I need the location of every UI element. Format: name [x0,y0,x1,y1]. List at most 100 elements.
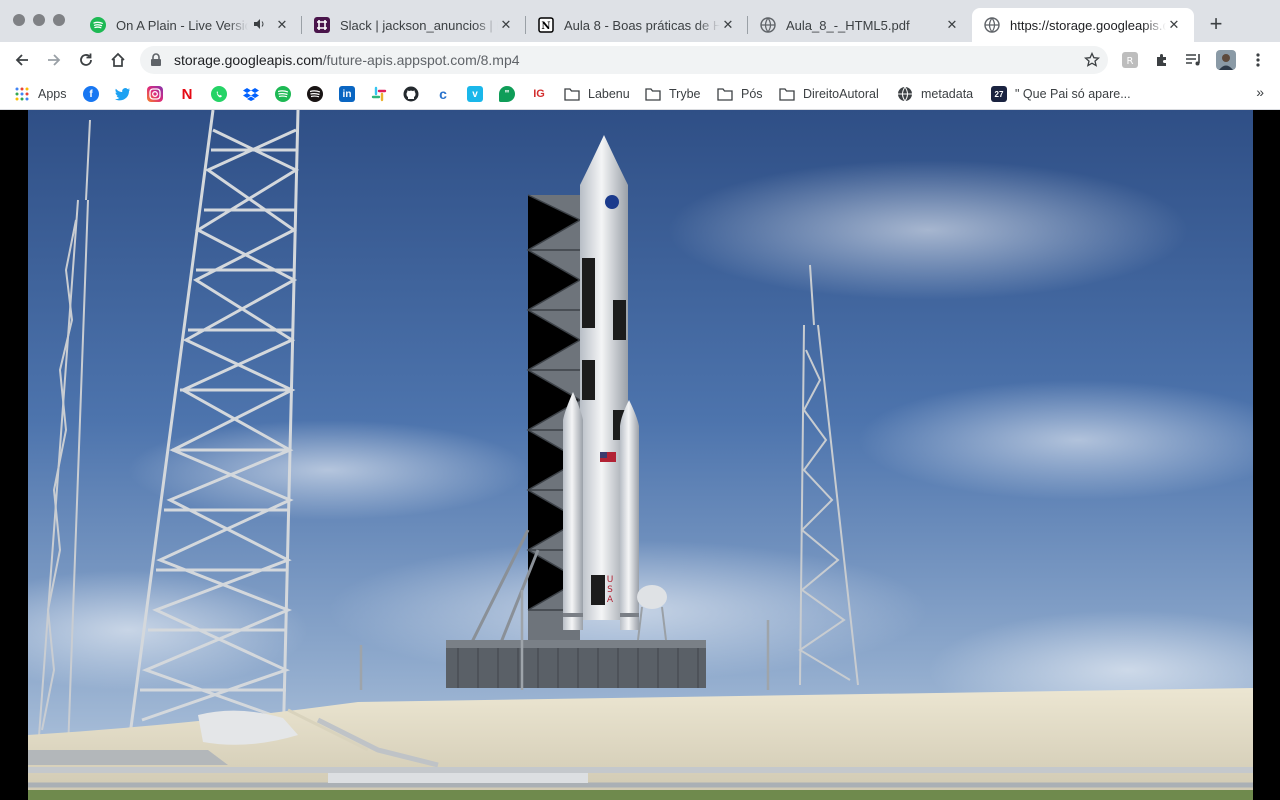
window-zoom-button[interactable] [53,14,65,26]
close-icon[interactable]: ✕ [1166,17,1182,33]
bookmark-instagram[interactable] [147,85,163,103]
instagram-icon [147,86,163,102]
address-bar[interactable]: storage.googleapis.com/future-apis.appsp… [140,46,1108,74]
video-player[interactable]: U S A [28,110,1253,800]
tab-slack[interactable]: Slack | jackson_anuncios | L ✕ [302,8,526,42]
back-button[interactable] [10,48,34,72]
tab-active-video[interactable]: https://storage.googleapis.c ✕ [972,8,1194,42]
bookmark-vimeo[interactable]: v [467,85,483,103]
window-minimize-button[interactable] [33,14,45,26]
bookmark-label: Apps [38,87,67,101]
hangouts-icon: " [499,86,515,102]
forward-button[interactable] [42,48,66,72]
video-frame-rocket-launchpad: U S A [28,110,1253,800]
bookmark-coursera[interactable]: c [435,85,451,103]
bookmark-spotify-dark[interactable] [307,85,323,103]
arrow-right-icon [48,54,61,66]
netflix-icon: N [181,85,193,103]
close-icon[interactable]: ✕ [944,17,960,33]
bookmark-metadata[interactable]: metadata [897,85,973,103]
svg-text:U: U [607,575,614,585]
home-button[interactable] [106,48,130,72]
bookmark-whatsapp[interactable] [211,85,227,103]
tab-strip: On A Plain - Live Version ✕ Slack | jack… [0,0,1280,42]
lock-icon[interactable] [150,53,162,70]
new-tab-button[interactable]: + [1204,13,1228,37]
audio-playing-icon[interactable] [252,17,266,34]
tab-pdf[interactable]: Aula_8_-_HTML5.pdf ✕ [748,8,972,42]
reload-button[interactable] [74,48,98,72]
page-content: U S A [0,110,1280,800]
bookmark-label: Trybe [669,87,701,101]
folder-icon [717,86,733,102]
extension-icon[interactable]: R [1120,50,1140,70]
whatsapp-icon [211,86,227,102]
bookmark-folder-direitoautoral[interactable]: DireitoAutoral [779,85,879,103]
bookmark-ig[interactable]: IG [531,85,547,103]
close-icon[interactable]: ✕ [720,17,736,33]
avatar[interactable] [1216,50,1236,70]
folder-icon [779,86,795,102]
notion-icon: N [538,17,554,33]
chevron-right-icon[interactable]: » [1256,84,1264,100]
tab-title: Slack | jackson_anuncios | L [340,17,498,33]
twitter-icon [115,86,131,102]
puzzle-icon[interactable] [1152,50,1172,70]
globe-icon [897,86,913,102]
bookmark-linkedin[interactable]: in [339,85,355,103]
slack-icon [371,86,387,102]
tab-title: https://storage.googleapis.c [1010,17,1166,33]
tab-title: Aula_8_-_HTML5.pdf [786,17,910,33]
bookmark-apps[interactable]: Apps [14,85,67,103]
bookmark-hangouts[interactable]: " [499,85,515,103]
bookmarks-bar: Apps f N in c v " IG Labenu Trybe Pós Di… [0,78,1280,110]
svg-text:N: N [541,21,550,32]
home-icon [111,52,125,67]
menu-icon[interactable] [1248,50,1268,70]
bookmark-label: " Que Pai só apare... [1015,87,1131,101]
close-icon[interactable]: ✕ [274,17,290,33]
bookmark-spotify[interactable] [275,85,291,103]
bookmark-netflix[interactable]: N [179,85,195,103]
tab-spotify[interactable]: On A Plain - Live Version ✕ [78,8,302,42]
bookmark-folder-labenu[interactable]: Labenu [564,85,630,103]
facebook-icon: f [83,86,99,102]
spotify-icon [307,86,323,102]
slack-icon [314,17,330,33]
spotify-icon [90,17,106,33]
tab-title: Aula 8 - Boas práticas de HT [564,17,720,33]
url-text[interactable]: storage.googleapis.com/future-apis.appsp… [174,52,520,68]
svg-text:A: A [607,595,614,605]
bookmark-github[interactable] [403,85,419,103]
svg-text:R: R [1127,56,1134,67]
github-icon [403,86,419,102]
folder-icon [645,86,661,102]
globe-icon [984,17,1000,33]
folder-icon [564,86,580,102]
close-icon[interactable]: ✕ [498,17,514,33]
tab-notion[interactable]: N Aula 8 - Boas práticas de HT ✕ [526,8,748,42]
bookmark-slack[interactable] [371,85,387,103]
bookmark-que-pai[interactable]: 27 " Que Pai só apare... [991,85,1131,103]
bookmark-star-icon[interactable] [1083,51,1101,71]
tab-title: On A Plain - Live Version [116,17,248,33]
linkedin-icon: in [339,86,355,102]
toolbar: storage.googleapis.com/future-apis.appsp… [0,42,1280,78]
bookmark-label: Pós [741,87,763,101]
bookmark-folder-trybe[interactable]: Trybe [645,85,701,103]
media-control-icon[interactable] [1184,50,1204,70]
bookmark-facebook[interactable]: f [83,85,99,103]
arrow-left-icon [15,54,28,66]
bookmark-twitter[interactable] [115,85,131,103]
bookmark-folder-pos[interactable]: Pós [717,85,763,103]
spotify-icon [275,86,291,102]
site-favicon: 27 [991,86,1007,102]
window-close-button[interactable] [13,14,25,26]
reload-icon [80,53,92,66]
vimeo-icon: v [467,86,483,102]
svg-text:S: S [607,585,613,595]
bookmark-label: DireitoAutoral [803,87,879,101]
bookmark-dropbox[interactable] [243,85,259,103]
ig-icon: IG [533,88,545,100]
coursera-icon: c [439,86,447,102]
